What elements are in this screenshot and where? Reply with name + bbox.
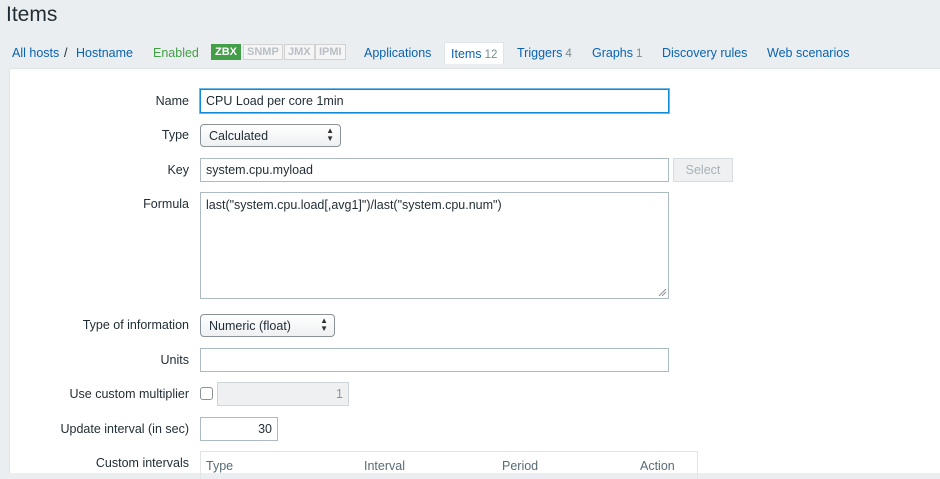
key-label: Key xyxy=(167,163,189,177)
formula-textarea[interactable]: last("system.cpu.load[,avg1]")/last("sys… xyxy=(200,192,669,299)
graphs-count: 1 xyxy=(636,48,643,60)
jmx-badge: JMX xyxy=(284,44,315,60)
multiplier-input[interactable]: 1 xyxy=(217,382,349,406)
type-of-information-value: Numeric (float) xyxy=(209,319,291,333)
triggers-count: 4 xyxy=(565,48,572,60)
type-of-information-select[interactable]: Numeric (float) ▲ ▼ xyxy=(200,314,335,337)
all-hosts-link[interactable]: All hosts xyxy=(12,46,59,60)
host-navigation: All hosts / Hostname Enabled ZBX SNMP JM… xyxy=(0,38,940,68)
items-count: 12 xyxy=(484,49,498,61)
page-title: Items xyxy=(6,3,58,26)
custom-multiplier-checkbox[interactable] xyxy=(200,387,213,400)
update-interval-label: Update interval (in sec) xyxy=(60,422,189,436)
ipmi-badge: IPMI xyxy=(315,44,346,60)
select-arrows-icon: ▲ ▼ xyxy=(326,126,334,143)
custom-multiplier-label: Use custom multiplier xyxy=(69,387,189,401)
update-interval-input[interactable]: 30 xyxy=(200,417,278,441)
column-header-interval: Interval xyxy=(364,459,405,473)
host-status-enabled[interactable]: Enabled xyxy=(153,46,199,60)
type-select[interactable]: Calculated ▲ ▼ xyxy=(200,124,341,147)
graphs-label: Graphs xyxy=(592,46,633,60)
column-header-action: Action xyxy=(640,459,675,473)
select-arrows-icon: ▲ ▼ xyxy=(320,316,328,333)
name-input[interactable]: CPU Load per core 1min xyxy=(200,89,669,113)
snmp-badge: SNMP xyxy=(243,44,283,60)
web-scenarios-link[interactable]: Web scenarios xyxy=(767,46,849,60)
triggers-link[interactable]: Triggers 4 xyxy=(517,46,572,60)
type-label: Type xyxy=(161,128,189,142)
custom-intervals-table: Type Interval Period Action xyxy=(200,451,698,479)
key-input[interactable]: system.cpu.myload xyxy=(200,158,669,182)
type-of-information-label: Type of information xyxy=(82,318,189,332)
resize-handle-icon[interactable] xyxy=(658,288,666,296)
type-select-value: Calculated xyxy=(209,129,269,143)
column-header-type: Type xyxy=(206,459,234,473)
units-input[interactable] xyxy=(200,348,669,372)
custom-intervals-label: Custom intervals xyxy=(95,456,189,470)
formula-text: last("system.cpu.load[,avg1]")/last("sys… xyxy=(206,198,502,212)
breadcrumb-separator: / xyxy=(64,46,68,60)
name-label: Name xyxy=(155,94,189,108)
select-key-button[interactable]: Select xyxy=(673,158,733,182)
triggers-label: Triggers xyxy=(517,46,563,60)
tab-items-label: Items xyxy=(451,47,482,61)
column-header-period: Period xyxy=(502,459,539,473)
units-label: Units xyxy=(160,353,189,367)
graphs-link[interactable]: Graphs 1 xyxy=(592,46,642,60)
zbx-badge: ZBX xyxy=(211,44,241,60)
discovery-rules-link[interactable]: Discovery rules xyxy=(662,46,747,60)
formula-label: Formula xyxy=(143,197,189,211)
applications-link[interactable]: Applications xyxy=(364,46,431,60)
item-form-panel: Name CPU Load per core 1min Type Calcula… xyxy=(9,68,940,479)
tab-items[interactable]: Items 12 xyxy=(444,42,505,64)
hostname-link[interactable]: Hostname xyxy=(76,46,133,60)
